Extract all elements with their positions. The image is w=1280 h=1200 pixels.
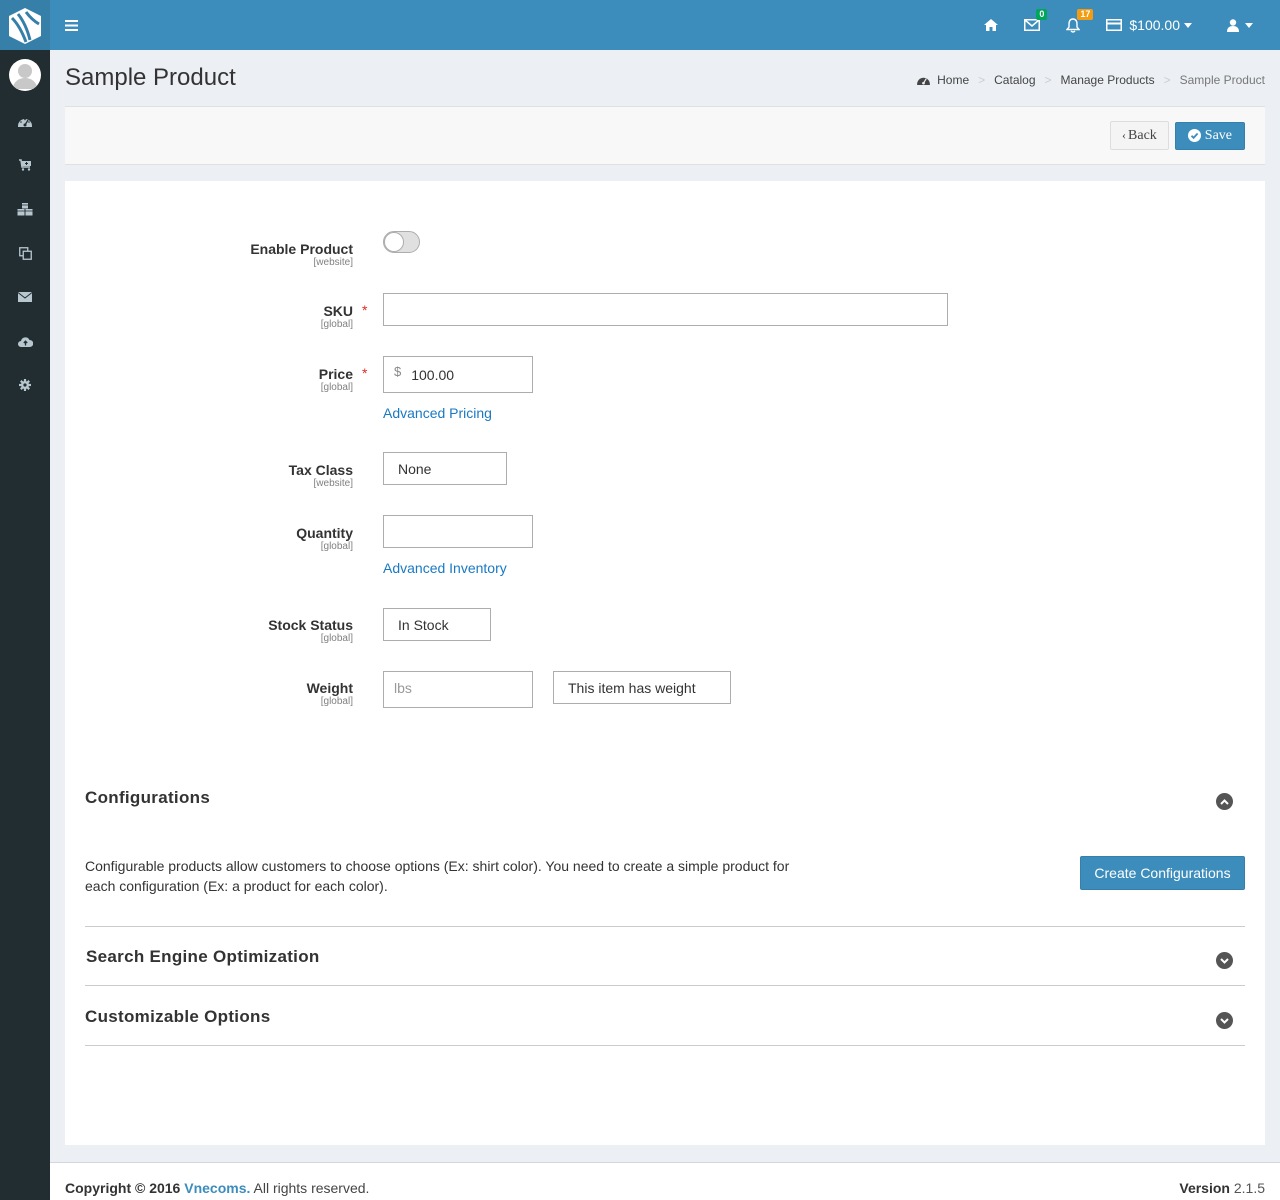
toggle-knob (384, 232, 404, 252)
product-form: Enable Product [website] SKU [global] * … (65, 181, 1265, 1145)
chevron-down-icon (1220, 957, 1229, 964)
back-button-label: Back (1128, 127, 1157, 143)
sidebar-toggle-button[interactable] (50, 0, 92, 50)
messages-button[interactable]: 0 (1011, 0, 1053, 50)
back-button[interactable]: ‹ Back (1110, 121, 1169, 150)
dashboard-icon (18, 118, 32, 127)
required-marker: * (362, 302, 368, 318)
caret-down-icon (1184, 22, 1192, 28)
balance-dropdown[interactable]: $100.00 (1093, 0, 1205, 50)
cloud-upload-icon (17, 336, 33, 347)
user-icon (1227, 18, 1239, 32)
tax-class-select[interactable]: None (383, 452, 507, 485)
cart-icon (18, 159, 31, 171)
envelope-icon (1024, 19, 1041, 31)
footer: Copyright © 2016 Vnecoms. All rights res… (50, 1162, 1280, 1200)
copy-icon (18, 246, 32, 260)
section-divider (85, 985, 1245, 986)
copyright: Copyright © 2016 Vnecoms. All rights res… (65, 1180, 370, 1196)
avatar[interactable] (9, 59, 41, 91)
customizable-options-expand-button[interactable] (1216, 1012, 1233, 1029)
enable-product-toggle[interactable] (383, 231, 420, 253)
dashboard-icon (917, 77, 930, 85)
gear-icon (19, 379, 31, 391)
save-button-label: Save (1204, 127, 1232, 143)
page-title: Sample Product (65, 64, 236, 91)
advanced-pricing-link[interactable]: Advanced Pricing (383, 405, 492, 421)
page-actions-bar: ‹ Back Save (65, 106, 1265, 165)
section-divider (85, 926, 1245, 927)
sidebar-item-sales[interactable] (0, 143, 50, 187)
breadcrumb-separator: > (1044, 73, 1052, 87)
top-navbar: 0 17 $100.00 (50, 0, 1280, 50)
sidebar-item-settings[interactable] (0, 363, 50, 407)
customizable-options-section-title[interactable]: Customizable Options (85, 1007, 270, 1027)
enable-product-label: Enable Product [website] (250, 241, 353, 268)
currency-symbol: $ (394, 364, 402, 379)
save-button[interactable]: Save (1174, 121, 1245, 150)
messages-badge: 0 (1036, 9, 1048, 20)
has-weight-select[interactable]: This item has weight (553, 671, 731, 704)
credit-card-icon (1106, 19, 1123, 31)
chevron-left-icon: ‹ (1122, 128, 1127, 142)
weight-label: Weight [global] (306, 680, 353, 707)
logo[interactable] (0, 0, 50, 50)
configurations-description: Configurable products allow customers to… (85, 858, 790, 894)
sku-label: SKU [global] (320, 303, 353, 330)
notifications-badge: 17 (1077, 9, 1094, 20)
sidebar-item-dashboard[interactable] (0, 99, 50, 143)
notifications-button[interactable]: 17 (1053, 0, 1094, 50)
breadcrumb-catalog[interactable]: Catalog (994, 73, 1035, 87)
home-button[interactable] (971, 0, 1011, 50)
chevron-up-icon (1220, 798, 1229, 805)
sidebar (0, 50, 50, 1200)
weight-input[interactable]: lbs (383, 671, 533, 708)
section-divider (85, 1045, 1245, 1046)
sku-input[interactable] (383, 293, 948, 326)
user-avatar-icon (12, 64, 38, 89)
breadcrumb-separator: > (1163, 73, 1171, 87)
cubes-icon (17, 202, 33, 215)
configurations-collapse-button[interactable] (1216, 793, 1233, 810)
tax-class-label: Tax Class [website] (288, 462, 353, 489)
seo-section-title[interactable]: Search Engine Optimization (86, 947, 320, 967)
chevron-down-icon (1220, 1017, 1229, 1024)
envelope-icon (18, 292, 32, 302)
stock-status-label: Stock Status [global] (268, 617, 353, 644)
price-label: Price [global] (318, 366, 353, 393)
sidebar-item-messages[interactable] (0, 275, 50, 319)
version-info: Version 2.1.5 (1179, 1180, 1265, 1196)
logo-icon (9, 8, 41, 44)
breadcrumb-separator: > (978, 73, 986, 87)
advanced-inventory-link[interactable]: Advanced Inventory (383, 560, 507, 576)
quantity-input[interactable] (383, 515, 533, 548)
home-icon (984, 19, 999, 31)
sidebar-item-import[interactable] (0, 319, 50, 363)
balance-amount: $100.00 (1129, 17, 1180, 33)
user-menu-dropdown[interactable] (1205, 0, 1266, 50)
stock-status-select[interactable]: In Stock (383, 608, 491, 641)
required-marker: * (362, 365, 368, 381)
price-value: 100.00 (411, 366, 455, 383)
breadcrumb-current: Sample Product (1179, 73, 1265, 87)
caret-down-icon (1245, 22, 1253, 28)
quantity-label: Quantity [global] (296, 525, 353, 552)
hamburger-icon (64, 19, 78, 31)
configurations-section-title[interactable]: Configurations (85, 788, 210, 808)
create-configurations-button[interactable]: Create Configurations (1080, 856, 1245, 890)
breadcrumb: Home > Catalog > Manage Products > Sampl… (917, 73, 1265, 87)
breadcrumb-home[interactable]: Home (937, 73, 969, 87)
breadcrumb-manage-products[interactable]: Manage Products (1061, 73, 1155, 87)
check-circle-icon (1187, 129, 1201, 142)
price-input[interactable]: $ 100.00 (383, 356, 533, 393)
seo-expand-button[interactable] (1216, 952, 1233, 969)
brand-link[interactable]: Vnecoms. (184, 1180, 250, 1196)
sidebar-item-catalog[interactable] (0, 187, 50, 231)
sidebar-item-content[interactable] (0, 231, 50, 275)
